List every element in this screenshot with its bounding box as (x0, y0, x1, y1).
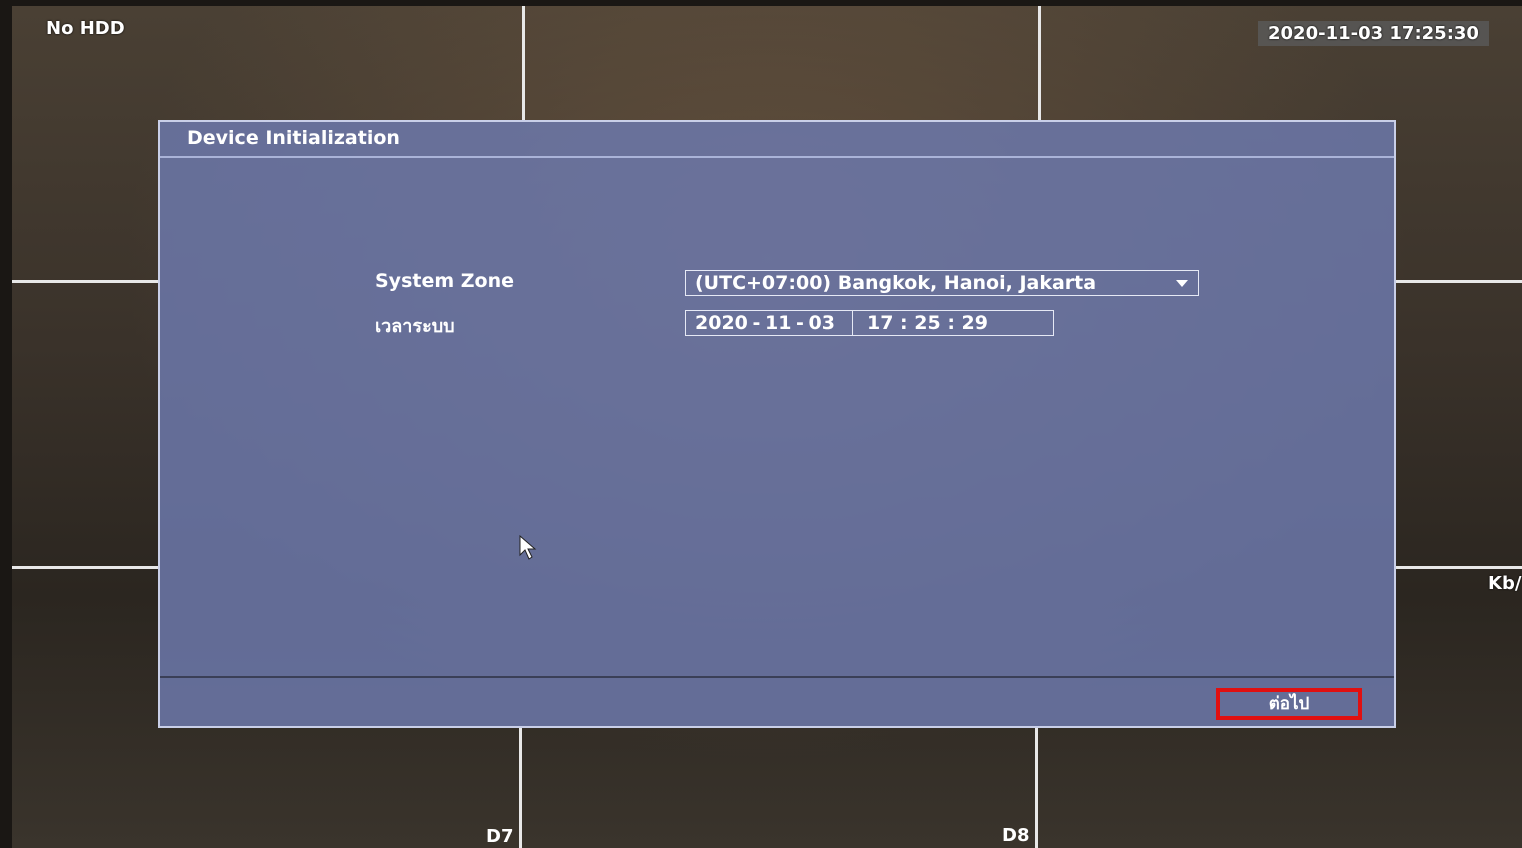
chevron-down-icon[interactable] (1176, 280, 1188, 287)
camera-label-d8: D8 (1002, 825, 1030, 846)
osd-datetime: 2020-11-03 17:25:30 (1258, 21, 1489, 46)
grid-divider (12, 280, 160, 283)
dialog-footer-divider (160, 676, 1394, 678)
grid-divider (1035, 728, 1038, 848)
system-zone-label: System Zone (375, 270, 515, 292)
system-zone-select[interactable]: (UTC+07:00) Bangkok, Hanoi, Jakarta (685, 270, 1199, 296)
system-time-field: 2020 - 11 - 03 17 : 25 : 29 (685, 310, 1054, 336)
grid-divider (1396, 566, 1522, 569)
system-zone-value: (UTC+07:00) Bangkok, Hanoi, Jakarta (695, 272, 1097, 294)
dialog-title: Device Initialization (187, 127, 400, 149)
dialog-title-bar: Device Initialization (160, 122, 1394, 158)
next-button[interactable]: ต่อไป (1216, 688, 1362, 720)
grid-divider (1038, 6, 1041, 122)
hdd-status: No HDD (46, 18, 125, 39)
grid-divider (519, 728, 522, 848)
device-initialization-dialog: Device Initialization System Zone (UTC+0… (158, 120, 1396, 728)
grid-divider (1396, 280, 1522, 283)
date-time-divider (852, 311, 853, 335)
camera-label-d7: D7 (486, 826, 514, 847)
time-input[interactable]: 17 : 25 : 29 (867, 311, 988, 335)
mouse-cursor-icon (519, 535, 537, 560)
kb-rate-label: Kb/ (1488, 573, 1522, 594)
grid-divider (12, 566, 160, 569)
system-time-label: เวลาระบบ (375, 316, 455, 337)
date-input[interactable]: 2020 - 11 - 03 (695, 311, 835, 335)
grid-divider (522, 6, 525, 122)
